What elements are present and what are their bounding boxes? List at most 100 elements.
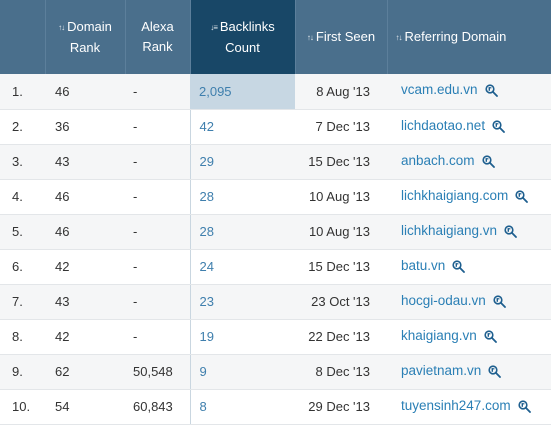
domain-lookup-icon[interactable] <box>493 294 506 311</box>
domain-lookup-icon[interactable] <box>517 399 531 416</box>
sort-arrows-icon: ↑↓ <box>395 32 403 42</box>
referring-domain-cell: vcam.edu.vn <box>387 74 551 110</box>
table-row: 8. 42 - 19 22 Dec '13 khaigiang.vn <box>0 319 551 355</box>
row-index: 3. <box>0 144 45 180</box>
first-seen-cell: 7 Dec '13 <box>295 109 387 145</box>
referring-domain-link[interactable]: anbach.com <box>401 153 475 168</box>
domain-rank-cell: 46 <box>45 214 125 250</box>
table-row: 5. 46 - 28 10 Aug '13 lichkhaigiang.vn <box>0 214 551 250</box>
referring-domain-cell: tuyensinh247.com <box>387 389 551 425</box>
column-header-rank <box>0 0 46 74</box>
domain-lookup-icon[interactable] <box>492 119 505 136</box>
referring-domain-cell: khaigiang.vn <box>387 319 551 355</box>
referring-domain-link[interactable]: khaigiang.vn <box>401 328 477 343</box>
referring-domain-link[interactable]: vcam.edu.vn <box>401 82 478 97</box>
alexa-rank-cell: 50,548 <box>125 354 190 390</box>
row-index: 2. <box>0 109 45 145</box>
table-row: 3. 43 - 29 15 Dec '13 anbach.com <box>0 144 551 180</box>
backlinks-count-cell[interactable]: 24 <box>189 249 295 285</box>
backlinks-count-cell[interactable]: 2,095 <box>190 74 295 110</box>
referring-domain-link[interactable]: lichdaotao.net <box>401 118 485 133</box>
backlinks-count-cell[interactable]: 28 <box>189 214 295 250</box>
domain-lookup-icon[interactable] <box>488 364 502 381</box>
referring-domain-link[interactable]: tuyensinh247.com <box>401 398 511 413</box>
domain-rank-cell: 42 <box>45 319 125 355</box>
alexa-rank-cell: 60,843 <box>125 389 190 425</box>
column-header-backlinks-count[interactable]: ↓≡ Backlinks Count <box>190 0 296 74</box>
column-header-label: Alexa Rank <box>141 19 174 54</box>
backlinks-count-cell[interactable]: 42 <box>189 109 295 145</box>
alexa-rank-cell: - <box>125 284 190 320</box>
referring-domain-link[interactable]: pavietnam.vn <box>401 363 481 378</box>
row-index: 4. <box>0 179 45 215</box>
referring-domain-cell: lichkhaigiang.vn <box>387 214 551 250</box>
domain-lookup-icon[interactable] <box>484 84 498 100</box>
table-row: 2. 36 - 42 7 Dec '13 lichdaotao.net <box>0 109 551 145</box>
backlinks-count-cell[interactable]: 19 <box>189 319 295 355</box>
row-index: 5. <box>0 214 45 250</box>
first-seen-cell: 15 Dec '13 <box>295 144 387 180</box>
first-seen-cell: 8 Dec '13 <box>295 354 387 390</box>
domain-rank-cell: 54 <box>45 389 125 425</box>
referring-domain-cell: lichdaotao.net <box>387 109 551 145</box>
column-header-first-seen[interactable]: ↑↓ First Seen <box>295 0 388 74</box>
referring-domain-cell: hocgi-odau.vn <box>387 284 551 320</box>
row-index: 9. <box>0 354 45 390</box>
domain-lookup-icon[interactable] <box>515 189 529 206</box>
referring-domain-link[interactable]: lichkhaigiang.com <box>401 188 508 203</box>
referring-domain-link[interactable]: batu.vn <box>401 258 445 273</box>
domain-lookup-icon[interactable] <box>452 259 466 276</box>
referring-domain-link[interactable]: lichkhaigiang.vn <box>401 223 497 238</box>
column-header-domain-rank[interactable]: ↑↓ Domain Rank <box>45 0 126 74</box>
column-header-label: Domain Rank <box>67 18 112 55</box>
column-header-label: Referring Domain <box>404 28 507 44</box>
table-row: 6. 42 - 24 15 Dec '13 batu.vn <box>0 249 551 285</box>
alexa-rank-cell: - <box>125 214 190 250</box>
domain-rank-cell: 62 <box>45 354 125 390</box>
first-seen-cell: 22 Dec '13 <box>295 319 387 355</box>
referring-domain-cell: lichkhaigiang.com <box>387 179 551 215</box>
referring-domain-cell: batu.vn <box>387 249 551 285</box>
backlinks-count-cell[interactable]: 29 <box>189 144 295 180</box>
column-header-alexa-rank[interactable]: Alexa Rank <box>125 0 191 74</box>
domain-lookup-icon[interactable] <box>504 224 517 241</box>
domain-lookup-icon[interactable] <box>481 154 495 171</box>
sort-arrows-icon: ↑↓ <box>58 22 65 32</box>
backlinks-count-cell[interactable]: 8 <box>189 389 295 425</box>
row-index: 1. <box>0 74 45 110</box>
domain-lookup-icon[interactable] <box>484 329 497 346</box>
referring-domain-cell: anbach.com <box>387 144 551 180</box>
first-seen-cell: 23 Oct '13 <box>295 284 387 320</box>
referring-domain-cell: pavietnam.vn <box>387 354 551 390</box>
column-header-referring-domain[interactable]: ↑↓ Referring Domain <box>387 0 551 74</box>
first-seen-cell: 15 Dec '13 <box>295 249 387 285</box>
alexa-rank-cell: - <box>125 179 190 215</box>
first-seen-cell: 29 Dec '13 <box>295 389 387 425</box>
row-index: 10. <box>0 389 45 425</box>
backlinks-count-cell[interactable]: 23 <box>189 284 295 320</box>
backlinks-count-cell[interactable]: 9 <box>189 354 295 390</box>
backlinks-count-cell[interactable]: 28 <box>189 179 295 215</box>
column-header-label: Backlinks Count <box>219 18 275 55</box>
domain-rank-cell: 46 <box>45 74 125 110</box>
backlinks-table: ↑↓ Domain Rank Alexa Rank ↓≡ Backlinks Cou… <box>0 0 551 425</box>
alexa-rank-cell: - <box>125 144 190 180</box>
table-row: 7. 43 - 23 23 Oct '13 hocgi-odau.vn <box>0 284 551 320</box>
row-index: 7. <box>0 284 45 320</box>
alexa-rank-cell: - <box>125 109 190 145</box>
alexa-rank-cell: - <box>125 319 190 355</box>
alexa-rank-cell: - <box>125 249 190 285</box>
sort-descending-icon: ↓≡ <box>210 22 218 32</box>
column-header-label: First Seen <box>315 28 376 44</box>
domain-rank-cell: 43 <box>45 284 125 320</box>
alexa-rank-cell: - <box>125 74 190 110</box>
table-body: 1. 46 - 2,095 8 Aug '13 vcam.edu.vn 2. 3… <box>0 74 551 425</box>
table-header-row: ↑↓ Domain Rank Alexa Rank ↓≡ Backlinks Cou… <box>0 0 551 74</box>
row-index: 8. <box>0 319 45 355</box>
referring-domain-link[interactable]: hocgi-odau.vn <box>401 293 486 308</box>
domain-rank-cell: 43 <box>45 144 125 180</box>
first-seen-cell: 10 Aug '13 <box>295 179 387 215</box>
domain-rank-cell: 46 <box>45 179 125 215</box>
table-row: 9. 62 50,548 9 8 Dec '13 pavietnam.vn <box>0 354 551 390</box>
first-seen-cell: 8 Aug '13 <box>295 74 387 110</box>
